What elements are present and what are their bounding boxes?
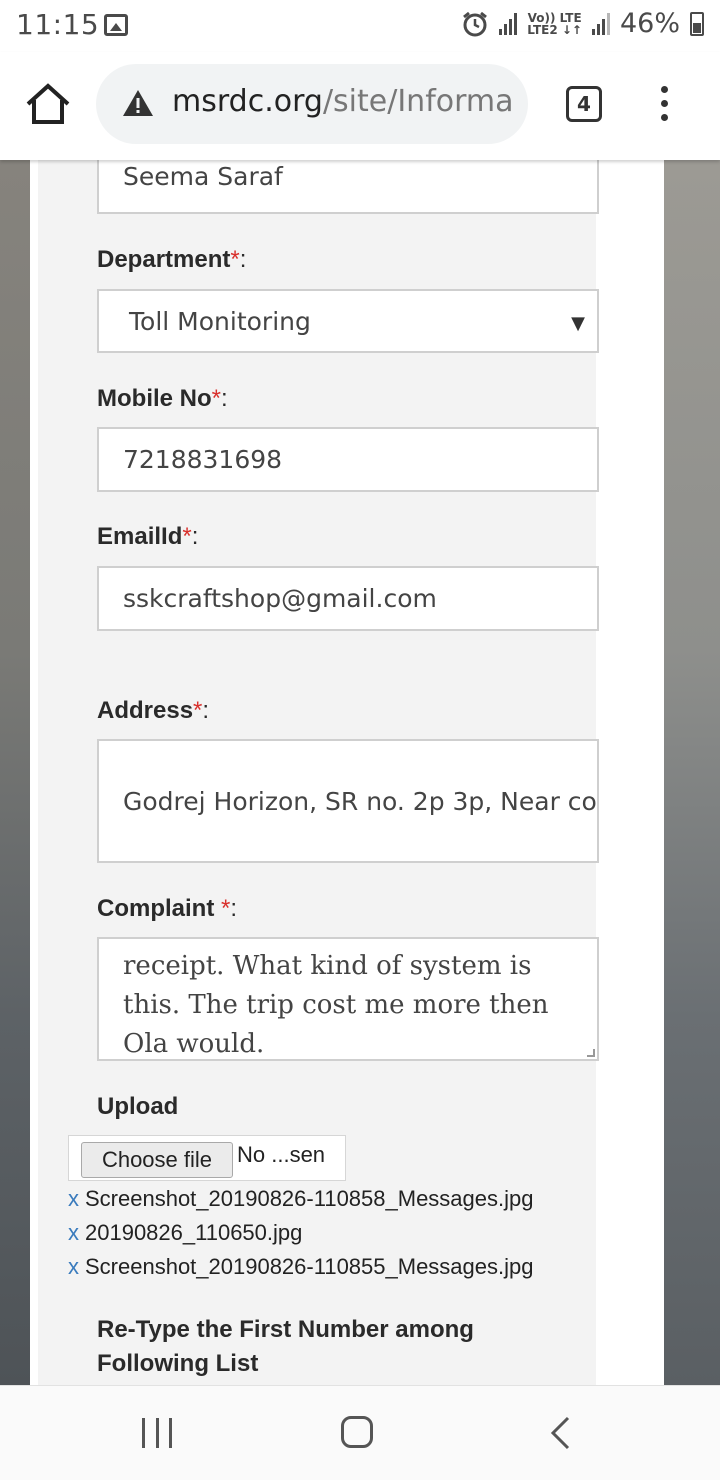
name-field[interactable]: Seema Saraf bbox=[97, 160, 599, 214]
address-bar[interactable]: msrdc.org/site/Informa bbox=[96, 64, 528, 144]
page-content: Seema Saraf Department*: Toll Monitoring… bbox=[0, 160, 720, 1385]
mobile-label: Mobile No*: bbox=[97, 385, 228, 412]
recent-apps-icon[interactable] bbox=[142, 1418, 172, 1448]
mobile-value: 7218831698 bbox=[123, 445, 283, 474]
uploaded-files-list: x Screenshot_20190826-110858_Messages.jpg… bbox=[68, 1182, 534, 1284]
email-value: sskcraftshop@gmail.com bbox=[123, 584, 437, 613]
browser-toolbar: msrdc.org/site/Informa 4 bbox=[0, 52, 720, 160]
system-navigation-bar bbox=[0, 1385, 720, 1480]
battery-percent: 46% bbox=[619, 8, 680, 39]
tab-switcher-button[interactable]: 4 bbox=[566, 86, 602, 122]
home-nav-icon[interactable] bbox=[341, 1416, 373, 1448]
remove-file-icon[interactable]: x bbox=[68, 1254, 79, 1279]
choose-file-button[interactable]: Choose file bbox=[81, 1142, 233, 1178]
complaint-textarea[interactable]: receipt. What kind of system is this. Th… bbox=[97, 937, 599, 1061]
alarm-icon bbox=[463, 11, 488, 36]
network-type: Vo)) LTE LTE2 ↓↑ bbox=[527, 10, 582, 37]
address-label: Address*: bbox=[97, 697, 210, 724]
name-value: Seema Saraf bbox=[123, 162, 283, 191]
email-label: EmailId*: bbox=[97, 523, 199, 550]
file-status: No ...sen bbox=[237, 1142, 326, 1167]
address-textarea[interactable]: Godrej Horizon, SR no. 2p 3p, Near co bbox=[97, 739, 599, 863]
captcha-label: Re-Type the First Number among Following… bbox=[97, 1316, 474, 1377]
status-indicators: Vo)) LTE LTE2 ↓↑ 46% bbox=[461, 8, 704, 39]
file-item: x Screenshot_20190826-110858_Messages.jpg bbox=[68, 1186, 534, 1211]
dropdown-arrow-icon: ▼ bbox=[571, 313, 585, 334]
signal-strength-icon bbox=[499, 12, 518, 35]
battery-icon bbox=[690, 11, 704, 36]
complaint-label: Complaint *: bbox=[97, 895, 238, 922]
mobile-field[interactable]: 7218831698 bbox=[97, 427, 599, 492]
department-value: Toll Monitoring bbox=[129, 307, 311, 336]
background-image-right bbox=[664, 160, 720, 1385]
overflow-menu-icon[interactable] bbox=[652, 86, 676, 126]
address-value: Godrej Horizon, SR no. 2p 3p, Near co bbox=[123, 787, 597, 816]
email-field[interactable]: sskcraftshop@gmail.com bbox=[97, 566, 599, 631]
upload-label: Upload bbox=[97, 1093, 179, 1120]
file-item: x 20190826_110650.jpg bbox=[68, 1220, 303, 1245]
file-input[interactable]: Choose file No ...sen bbox=[68, 1135, 346, 1181]
url-text[interactable]: msrdc.org/site/Informa bbox=[172, 84, 514, 119]
status-bar: 11:15 Vo)) LTE LTE2 ↓↑ 46% bbox=[0, 0, 720, 52]
remove-file-icon[interactable]: x bbox=[68, 1220, 79, 1245]
warning-icon[interactable] bbox=[122, 88, 154, 118]
signal-strength-2-icon bbox=[591, 12, 610, 35]
background-image-left bbox=[0, 160, 30, 1385]
remove-file-icon[interactable]: x bbox=[68, 1186, 79, 1211]
image-notification-icon bbox=[104, 14, 128, 36]
back-icon[interactable] bbox=[548, 1416, 572, 1450]
complaint-text: receipt. What kind of system is this. Th… bbox=[123, 951, 549, 1059]
resize-handle-icon[interactable] bbox=[587, 1049, 595, 1057]
department-label: Department*: bbox=[97, 246, 247, 273]
department-select[interactable]: Toll Monitoring ▼ bbox=[97, 289, 599, 353]
file-item: x Screenshot_20190826-110855_Messages.jpg bbox=[68, 1254, 534, 1279]
home-icon[interactable] bbox=[24, 82, 72, 126]
status-time: 11:15 bbox=[16, 8, 100, 41]
